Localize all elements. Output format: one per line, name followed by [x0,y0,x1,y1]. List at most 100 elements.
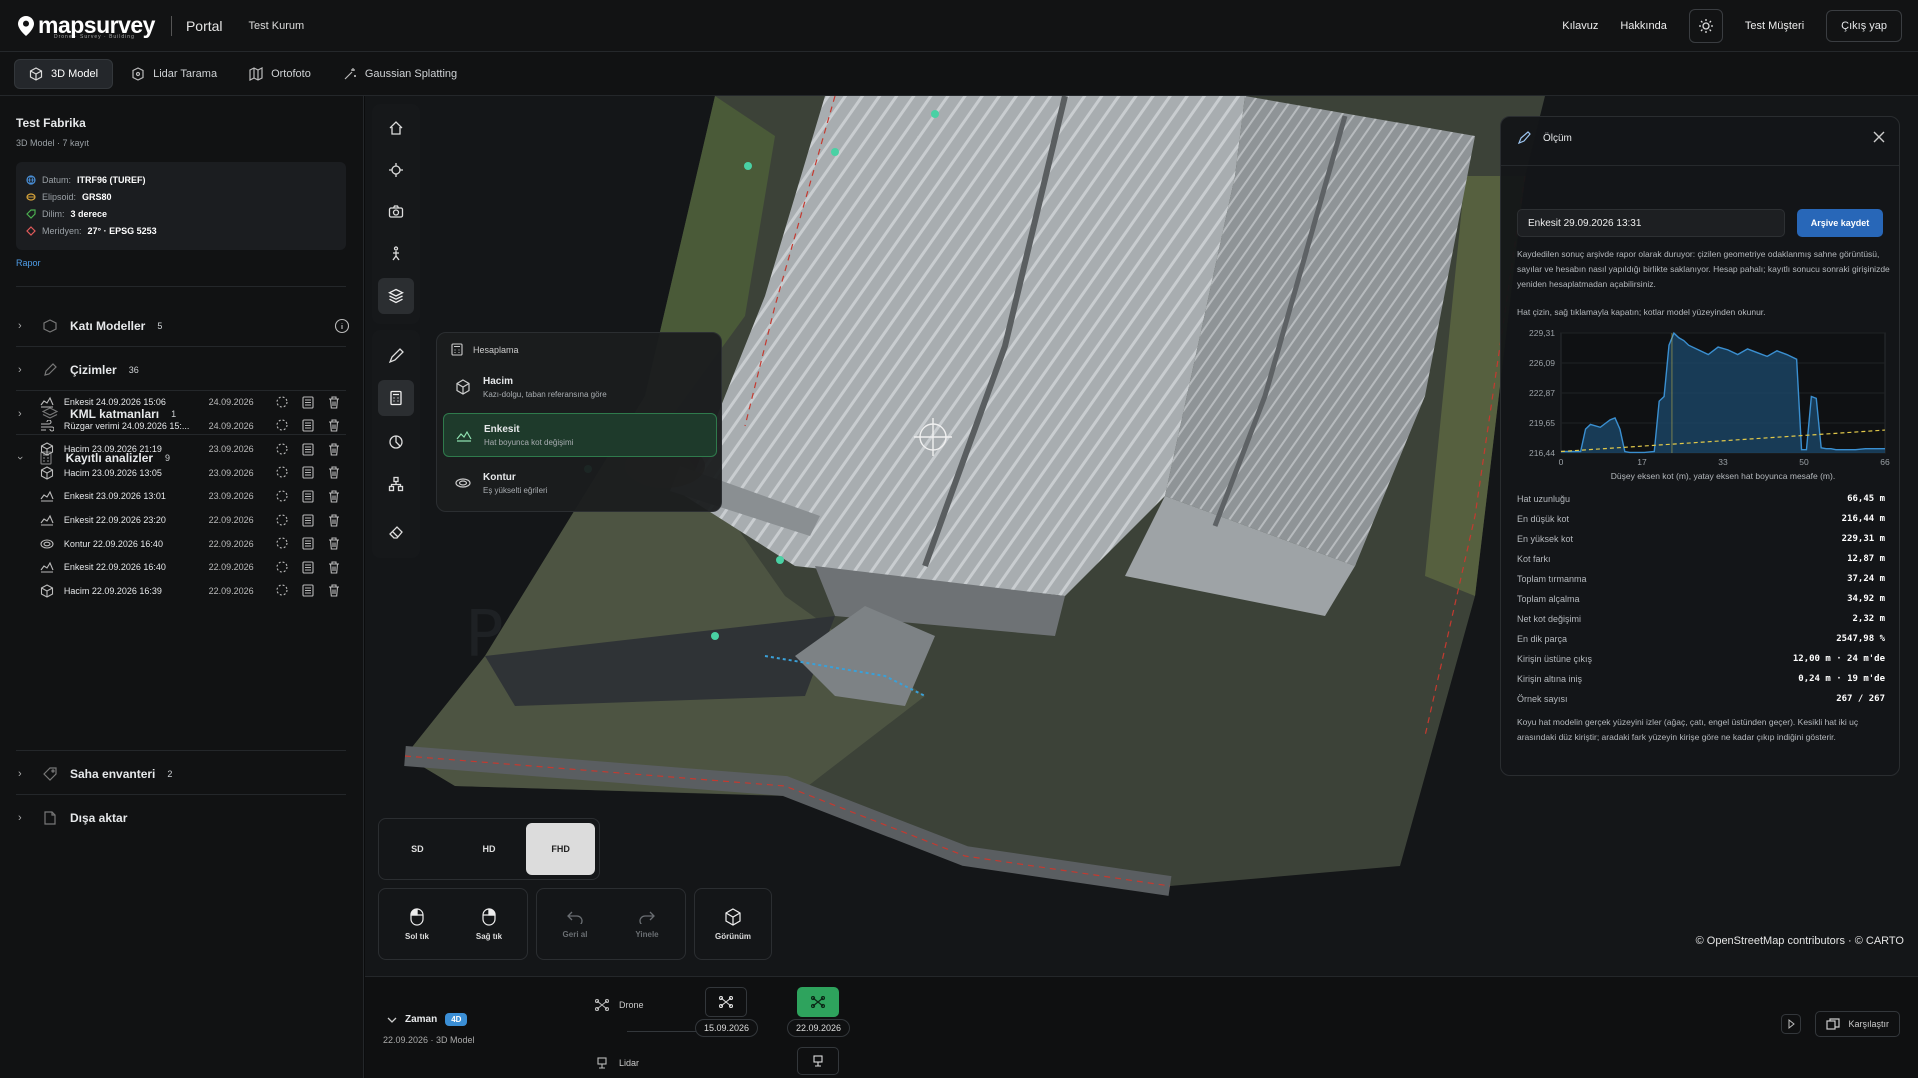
analysis-row[interactable]: Enkesit 22.09.2026 23:20 22.09.2026 [40,509,340,531]
trash-icon[interactable] [328,513,340,527]
eraser-icon[interactable] [378,514,414,550]
trash-icon[interactable] [328,443,340,456]
report-icon[interactable] [302,443,314,456]
tab-gaussian-splatting[interactable]: Gaussian Splatting [329,59,471,89]
right-click-button[interactable]: Sağ tık [453,888,525,960]
report-icon[interactable] [302,395,314,409]
date-label-2[interactable]: 22.09.2026 [787,1019,851,1037]
trash-icon[interactable] [328,537,340,550]
report-icon[interactable] [302,561,314,574]
focus-icon[interactable] [276,395,288,409]
report-icon[interactable] [302,537,314,550]
lidar-capture-button[interactable] [797,1047,839,1075]
trash-icon[interactable] [328,466,340,479]
trash-icon[interactable] [328,395,340,409]
section-export[interactable]: › Dışa aktar [18,808,348,828]
focus-icon[interactable] [276,490,288,503]
info-icon[interactable] [334,318,350,334]
analysis-row[interactable]: Kontur 22.09.2026 16:40 22.09.2026 [40,533,340,555]
trash-icon[interactable] [328,584,340,597]
report-icon[interactable] [302,466,314,479]
analysis-row[interactable]: Rüzgar verimi 24.09.2026 15:... 24.09.202… [40,415,340,437]
calc-option-contour[interactable]: Kontur Eş yükselti eğrileri [443,461,717,505]
calculator-icon[interactable] [378,380,414,416]
drone-capture-2-button[interactable] [797,987,839,1017]
analysis-row[interactable]: Hacim 22.09.2026 16:39 22.09.2026 [40,580,340,602]
analysis-date: 24.09.2026 [208,397,254,407]
calc-option-cross-section[interactable]: Enkesit Hat boyunca kot değişimi [443,413,717,457]
org-name[interactable]: Test Kurum [249,20,305,32]
guide-link[interactable]: Kılavuz [1562,20,1598,32]
report-icon[interactable] [302,419,314,432]
map-attribution[interactable]: © OpenStreetMap contributors · © CARTO [1696,935,1904,947]
focus-icon[interactable] [276,443,288,456]
locate-icon[interactable] [378,152,414,188]
section-solid-models[interactable]: › Katı Modeller 5 [18,316,350,336]
analysis-row[interactable]: Hacim 23.09.2026 21:19 23.09.2026 [40,438,340,460]
stat-value: 2547,98 % [1836,634,1885,644]
drone-capture-1-button[interactable] [705,987,747,1017]
stat-label: Örnek sayısı [1517,694,1568,704]
chevron-down-icon: › [13,456,26,460]
report-link[interactable]: Rapor [16,258,41,268]
logout-button[interactable]: Çıkış yap [1826,10,1902,42]
report-icon[interactable] [302,490,314,503]
info-row-ellipsoid: Elipsoid: GRS80 [26,188,336,205]
focus-icon[interactable] [276,419,288,432]
focus-icon[interactable] [276,537,288,550]
measurement-name-input[interactable]: Enkesit 29.09.2026 13:31 [1517,209,1785,237]
timeline-toggle[interactable]: Zaman 4D [387,1013,468,1026]
quality-hd-button[interactable]: HD [455,823,524,875]
tab-orthophoto[interactable]: Ortofoto [235,59,325,89]
analysis-row[interactable]: Enkesit 23.09.2026 13:01 23.09.2026 [40,485,340,507]
focus-icon[interactable] [276,584,288,597]
layers-icon[interactable] [378,278,414,314]
analysis-row[interactable]: Enkesit 22.09.2026 16:40 22.09.2026 [40,556,340,578]
date-label-1[interactable]: 15.09.2026 [695,1019,759,1037]
walk-icon[interactable] [378,236,414,272]
tab-lidar[interactable]: Lidar Tarama [117,59,231,89]
focus-icon[interactable] [276,466,288,479]
tab-3d-model[interactable]: 3D Model [14,58,114,89]
analysis-date: 22.09.2026 [208,585,254,596]
view-button[interactable]: Görünüm [697,888,769,960]
stat-row: Hat uzunluğu 66,45 m [1517,489,1885,509]
theme-toggle-button[interactable] [1688,9,1723,43]
view-controls: Görünüm [694,888,772,960]
portal-label[interactable]: Portal [186,18,223,34]
save-to-archive-button[interactable]: Arşive kaydet [1797,209,1883,237]
hierarchy-icon[interactable] [378,466,414,502]
focus-icon[interactable] [276,513,288,527]
trash-icon[interactable] [328,561,340,574]
shadow-analysis-icon[interactable] [378,424,414,460]
report-icon[interactable] [302,584,314,597]
focus-icon[interactable] [276,561,288,574]
section-site-inventory[interactable]: › Saha envanteri 2 [18,764,348,784]
quality-sd-button[interactable]: SD [383,823,452,875]
trash-icon[interactable] [328,419,340,432]
analysis-row[interactable]: Enkesit 24.09.2026 15:06 24.09.2026 [40,391,340,413]
section-drawings[interactable]: › Çizimler 36 [18,360,348,380]
home-icon[interactable] [378,110,414,146]
compare-button[interactable]: Karşılaştır [1815,1011,1900,1037]
camera-icon[interactable] [378,194,414,230]
calc-option-volume[interactable]: Hacim Kazı-dolgu, taban referansına göre [443,365,717,409]
about-link[interactable]: Hakkında [1620,20,1666,32]
user-name[interactable]: Test Müşteri [1745,20,1804,32]
play-icon[interactable] [1781,1014,1802,1034]
analysis-name: Hacim 23.09.2026 21:19 [63,444,162,455]
analysis-row[interactable]: Hacim 23.09.2026 13:05 23.09.2026 [40,462,340,484]
quality-fhd-button[interactable]: FHD [526,823,596,875]
elevation-profile-chart: 229,31 226,09 222,87 219,65 216,44 0 17 33 50 66 D… [1529,328,1890,481]
chart-caption: Düşey eksen kot (m), yatay eksen hat boy… [1611,471,1835,481]
left-click-button[interactable]: Sol tık [381,888,453,960]
trash-icon[interactable] [328,490,340,503]
chevron-right-icon: › [18,408,22,420]
ruler-pencil-icon[interactable] [378,338,414,374]
analysis-name: Enkesit 23.09.2026 13:01 [63,491,166,502]
redo-button[interactable]: Yinele [611,888,683,960]
report-icon[interactable] [302,513,314,527]
divider [16,286,346,287]
undo-button[interactable]: Geri al [539,888,611,960]
close-icon[interactable] [1873,131,1885,143]
